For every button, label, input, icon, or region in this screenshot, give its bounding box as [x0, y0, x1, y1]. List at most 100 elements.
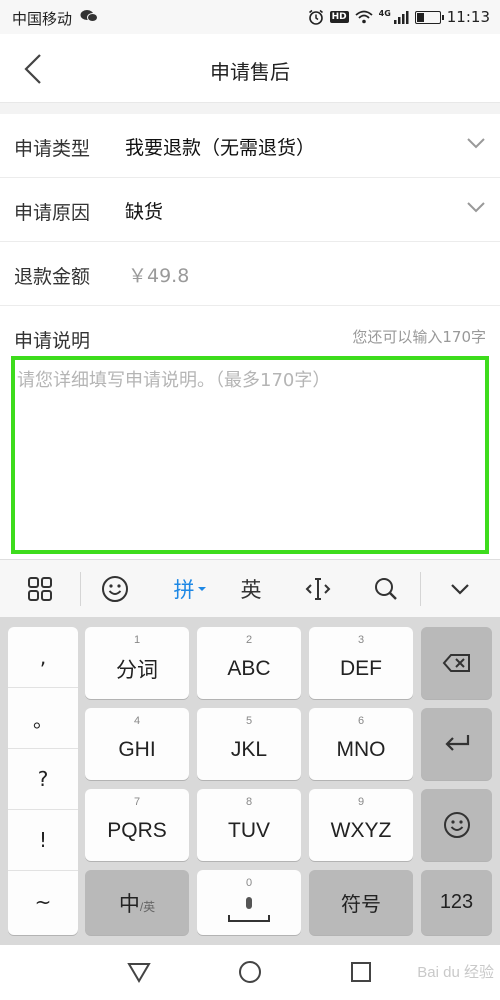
key-label: TUV	[228, 819, 270, 842]
key-label: WXYZ	[330, 819, 392, 842]
grid-icon	[28, 577, 52, 601]
numeric-label: 123	[439, 891, 474, 913]
punct-question-key[interactable]: ?	[8, 749, 78, 810]
back-triangle-icon[interactable]	[126, 959, 152, 985]
key-6[interactable]: 6 MNO	[309, 708, 413, 780]
pinyin-mode-button[interactable]: 拼	[160, 560, 220, 618]
network-type: 4G	[378, 8, 391, 18]
hd-badge: HD	[329, 11, 349, 23]
smiley-icon	[102, 576, 128, 602]
grid-menu-button[interactable]	[14, 560, 66, 618]
key-number: 6	[357, 715, 365, 727]
key-label: JKL	[230, 738, 268, 761]
space-key[interactable]: 0	[197, 870, 301, 935]
chevron-down-icon	[467, 138, 485, 149]
refund-type-value: 我要退款（无需退货）	[125, 137, 316, 159]
key-5[interactable]: 5 JKL	[197, 708, 301, 780]
key-label: DEF	[340, 657, 382, 680]
zh-en-switch-key[interactable]: 中 /英	[85, 870, 189, 935]
watermark: Bai du 经验	[417, 964, 494, 981]
microphone-icon	[228, 896, 270, 922]
refund-type-row[interactable]: 申请类型 我要退款（无需退货）	[0, 114, 500, 178]
key-2[interactable]: 2 ABC	[197, 627, 301, 699]
key-1[interactable]: 1 分词	[85, 627, 189, 699]
home-circle-icon[interactable]	[237, 959, 263, 985]
key-4[interactable]: 4 GHI	[85, 708, 189, 780]
key-9[interactable]: 9 WXYZ	[309, 789, 413, 861]
refund-reason-row[interactable]: 申请原因 缺货	[0, 178, 500, 242]
clock: 11:13	[446, 8, 490, 26]
key-label: MNO	[336, 738, 386, 761]
key-7[interactable]: 7 PQRS	[85, 789, 189, 861]
punctuation-column: , 。 ? ! ~	[8, 627, 78, 935]
key-number: 2	[245, 634, 253, 646]
toolbar-divider	[80, 572, 81, 606]
description-input[interactable]	[15, 360, 485, 550]
punct-comma-key[interactable]: ,	[8, 627, 78, 688]
description-char-hint: 您还可以输入170字	[352, 328, 486, 346]
smiley-icon	[443, 812, 470, 838]
cursor-button[interactable]	[292, 560, 344, 618]
key-3[interactable]: 3 DEF	[309, 627, 413, 699]
status-icons: HD 4G 11:13	[308, 8, 490, 26]
app-header: 申请售后	[0, 34, 500, 104]
search-button[interactable]	[360, 560, 412, 618]
status-bar: 中国移动 HD 4G 11:13	[0, 0, 500, 34]
description-box	[11, 356, 489, 554]
punct-tilde-key[interactable]: ~	[8, 871, 78, 932]
chevron-down-icon	[467, 202, 485, 213]
numeric-key[interactable]: 123	[421, 870, 492, 935]
english-label: 英	[240, 578, 262, 602]
backspace-key[interactable]	[421, 627, 492, 699]
emoji-button[interactable]	[90, 560, 140, 618]
key-number: 0	[245, 877, 253, 889]
english-mode-button[interactable]: 英	[226, 560, 276, 618]
search-icon	[375, 578, 397, 600]
key-number: 9	[357, 796, 365, 808]
refund-amount-row: 退款金额 ￥49.8	[0, 242, 500, 306]
key-number: 3	[357, 634, 365, 646]
toolbar-divider	[420, 572, 421, 606]
wechat-icon	[80, 10, 98, 22]
signal-icon	[393, 11, 409, 24]
key-label: 分词	[116, 659, 158, 682]
punct-period-key[interactable]: 。	[8, 688, 78, 749]
key-number: 7	[133, 796, 141, 808]
key-label: ABC	[227, 657, 271, 680]
key-8[interactable]: 8 TUV	[197, 789, 301, 861]
recents-square-icon[interactable]	[348, 959, 374, 985]
enter-key[interactable]	[421, 708, 492, 780]
pinyin-label: 拼	[173, 578, 195, 602]
wifi-icon	[355, 10, 373, 24]
header-divider	[0, 102, 500, 114]
refund-reason-label: 申请原因	[14, 202, 91, 224]
key-label: GHI	[118, 738, 156, 761]
page-title: 申请售后	[210, 60, 290, 84]
refund-amount-label: 退款金额	[14, 266, 91, 288]
system-nav-bar: Bai du 经验	[0, 945, 500, 1000]
enter-icon	[444, 735, 469, 751]
chevron-down-icon	[451, 584, 469, 595]
symbol-label: 符号	[341, 894, 381, 916]
keyboard: , 。 ? ! ~ 1 分词 2 ABC 3 DEF 4 GHI 5 JKL 6…	[0, 617, 500, 945]
battery-icon	[414, 10, 444, 24]
alarm-icon	[308, 9, 323, 25]
ime-toolbar: 拼 英	[0, 559, 500, 617]
emoji-key[interactable]	[421, 789, 492, 861]
symbol-key[interactable]: 符号	[309, 870, 413, 935]
key-number: 5	[245, 715, 253, 727]
backspace-icon	[442, 654, 470, 672]
key-number: 1	[133, 634, 141, 646]
dropdown-icon	[197, 587, 206, 591]
key-number: 4	[133, 715, 141, 727]
refund-type-label: 申请类型	[14, 138, 91, 160]
key-label: PQRS	[107, 819, 167, 842]
description-label: 申请说明	[14, 330, 91, 352]
refund-amount-value: ￥49.8	[128, 265, 190, 287]
en-small-label: /英	[139, 900, 156, 914]
punct-exclaim-key[interactable]: !	[8, 810, 78, 871]
hide-keyboard-button[interactable]	[436, 560, 484, 618]
carrier-label: 中国移动	[12, 10, 73, 28]
refund-reason-value: 缺货	[125, 201, 164, 223]
key-number: 8	[245, 796, 253, 808]
